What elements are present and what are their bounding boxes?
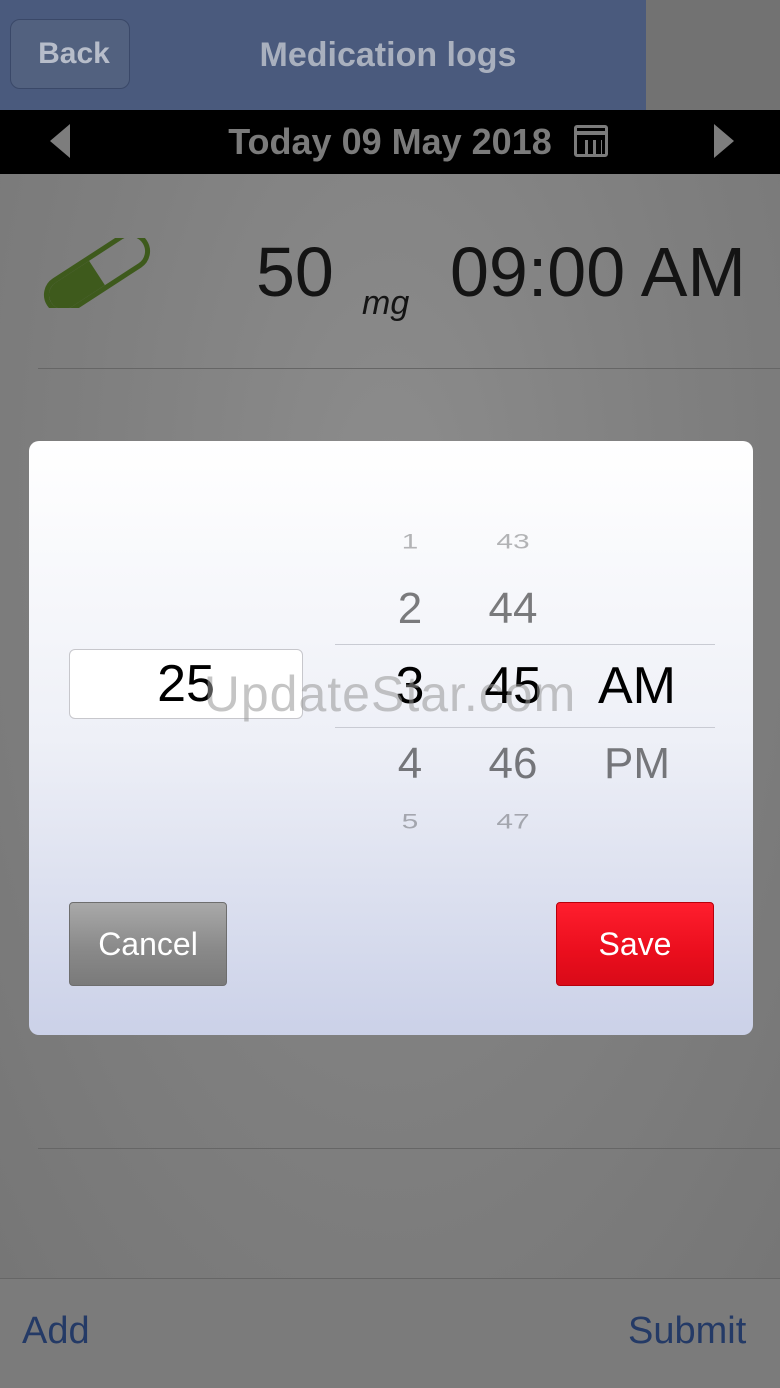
picker-ampm-option[interactable]: PM bbox=[587, 739, 687, 789]
back-button-label: Back bbox=[38, 37, 110, 70]
picker-hour-option[interactable]: 2 bbox=[365, 584, 455, 634]
save-button[interactable]: Save bbox=[556, 902, 714, 986]
log-time[interactable]: 09:00 AM bbox=[450, 232, 746, 312]
dose-amount: 50 bbox=[256, 233, 334, 311]
navigation-bar-right bbox=[646, 0, 780, 110]
picker-selection-bottom-line bbox=[335, 727, 715, 728]
add-button[interactable]: Add bbox=[22, 1310, 90, 1353]
page-title: Medication logs bbox=[259, 35, 517, 74]
picker-hour-option[interactable]: 1 bbox=[365, 530, 455, 554]
pill-icon bbox=[43, 238, 151, 308]
triangle-left-icon[interactable] bbox=[50, 124, 70, 158]
cancel-button[interactable]: Cancel bbox=[69, 902, 227, 986]
save-button-label: Save bbox=[598, 925, 672, 962]
time-picker[interactable]: 1 2 3 4 5 43 44 45 46 47 AM PM bbox=[335, 511, 715, 851]
picker-minute-option[interactable]: 43 bbox=[468, 530, 558, 554]
picker-minute-option[interactable]: 46 bbox=[468, 739, 558, 789]
row-divider bbox=[38, 368, 780, 369]
picker-hour-option[interactable]: 4 bbox=[365, 739, 455, 789]
triangle-right-icon[interactable] bbox=[714, 124, 734, 158]
picker-minute-option[interactable]: 44 bbox=[468, 584, 558, 634]
picker-minute-option[interactable]: 47 bbox=[468, 810, 558, 834]
picker-minute-selected[interactable]: 45 bbox=[468, 656, 558, 716]
picker-hour-option[interactable]: 5 bbox=[365, 810, 455, 834]
edit-dose-dialog: 1 2 3 4 5 43 44 45 46 47 AM PM Cancel Sa… bbox=[29, 441, 753, 1035]
back-button[interactable]: Back bbox=[10, 19, 130, 89]
current-date: Today 09 May 2018 bbox=[228, 121, 552, 162]
picker-selection-top-line bbox=[335, 644, 715, 645]
calendar-icon[interactable] bbox=[574, 125, 608, 157]
quantity-input[interactable] bbox=[69, 649, 303, 719]
cancel-button-label: Cancel bbox=[98, 925, 198, 962]
submit-button[interactable]: Submit bbox=[628, 1310, 746, 1353]
picker-hour-selected[interactable]: 3 bbox=[365, 656, 455, 716]
row-divider bbox=[38, 1148, 780, 1149]
picker-ampm-selected[interactable]: AM bbox=[587, 656, 687, 716]
dose-unit: mg bbox=[362, 284, 410, 322]
